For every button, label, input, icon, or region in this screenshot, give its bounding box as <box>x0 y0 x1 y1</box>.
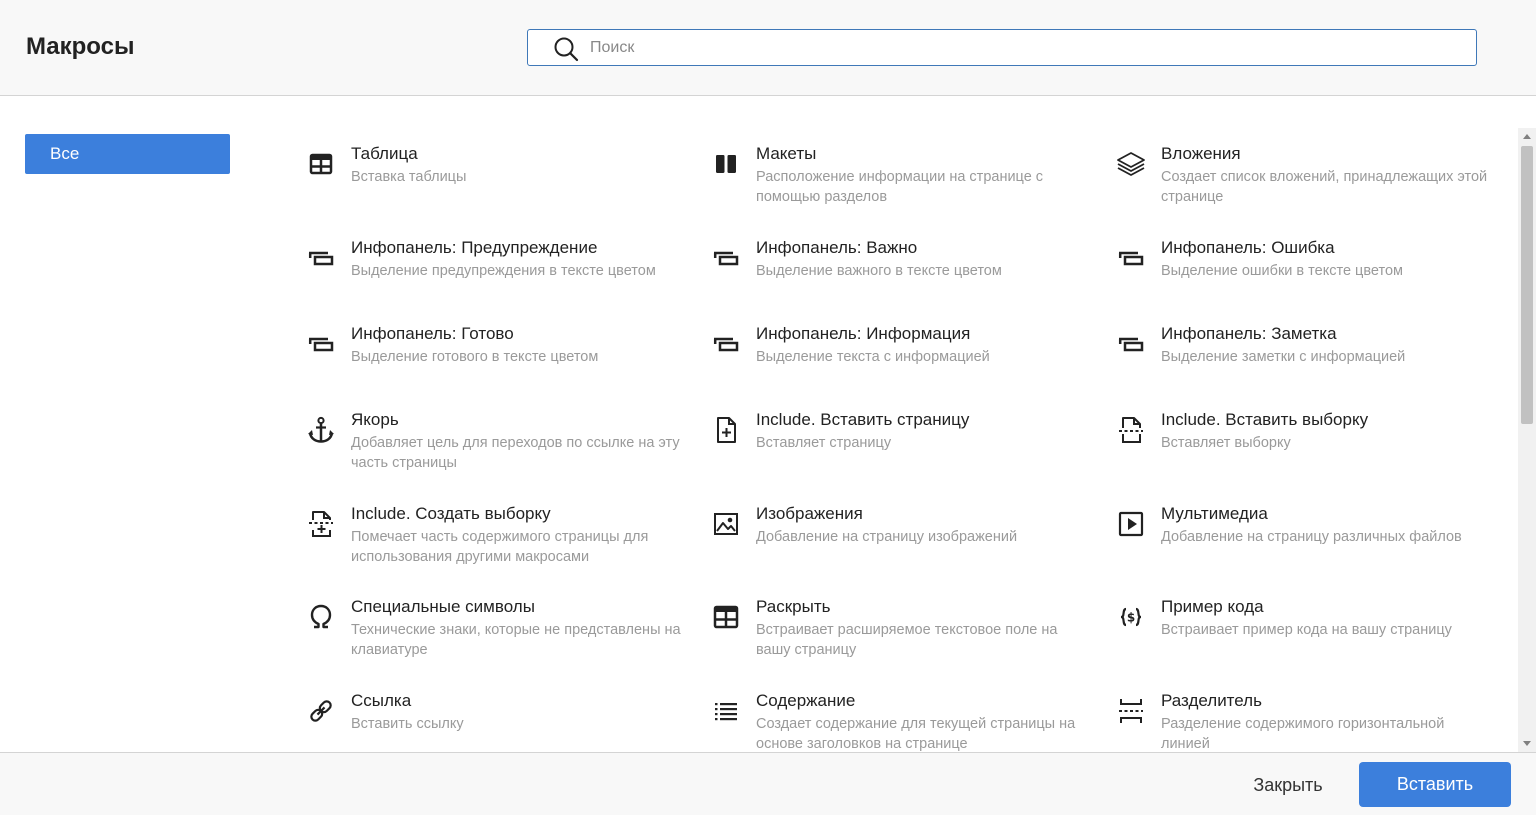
scroll-up-arrow-icon[interactable] <box>1518 128 1536 144</box>
macro-name: Раскрыть <box>756 597 831 616</box>
infopanel-icon <box>304 327 337 360</box>
macro-description: Вставляет выборку <box>1161 435 1291 451</box>
macro-name: Include. Вставить страницу <box>756 410 970 429</box>
macro-name: Разделитель <box>1161 691 1262 710</box>
insert-button[interactable]: Вставить <box>1359 762 1511 807</box>
scroll-down-arrow-icon[interactable] <box>1518 736 1536 752</box>
macro-description: Разделение содержимого горизонтальной ли… <box>1161 716 1445 752</box>
infopanel-icon <box>709 241 742 274</box>
macro-description: Встраивает расширяемое текстовое поле на… <box>756 622 1058 658</box>
scrollbar[interactable] <box>1518 128 1536 752</box>
macro-name: Специальные символы <box>351 597 535 616</box>
macro-description: Выделение важного в тексте цветом <box>756 263 1002 279</box>
dialog-footer: Закрыть Вставить <box>0 752 1536 815</box>
macro-name: Якорь <box>351 410 399 429</box>
columns-layout-icon <box>709 147 742 180</box>
infopanel-icon <box>1114 241 1147 274</box>
table-icon <box>304 147 337 180</box>
macro-name: Изображения <box>756 504 863 523</box>
macro-name: Мультимедиа <box>1161 504 1268 523</box>
search-input[interactable] <box>590 31 1460 64</box>
infopanel-icon <box>709 327 742 360</box>
macro-description: Выделение заметки с информацией <box>1161 349 1406 365</box>
expand-table-icon <box>709 600 742 633</box>
macro-name: Include. Создать выборку <box>351 504 551 523</box>
link-icon <box>304 694 337 727</box>
macro-name: Include. Вставить выборку <box>1161 410 1369 429</box>
anchor-icon <box>304 413 337 446</box>
macro-description: Создает содержание для текущей страницы … <box>756 716 1076 752</box>
macro-name: Ссылка <box>351 691 412 710</box>
scroll-thumb[interactable] <box>1521 146 1533 424</box>
macro-name: Таблица <box>351 144 418 163</box>
macro-name: Макеты <box>756 144 817 163</box>
macro-description: Выделение текста с информацией <box>756 349 990 365</box>
macro-name: Инфопанель: Готово <box>351 324 514 343</box>
omega-icon <box>304 600 337 633</box>
macro-grid: Таблица Вставка таблицы Макеты Расположение… <box>300 128 1515 752</box>
macro-description: Вставляет страницу <box>756 435 892 451</box>
macro-description: Вставка таблицы <box>351 169 467 185</box>
macro-name: Инфопанель: Ошибка <box>1161 238 1335 257</box>
macro-description: Выделение предупреждения в тексте цветом <box>351 263 656 279</box>
divider-icon <box>1114 694 1147 727</box>
macro-description: Встраивает пример кода на вашу страницу <box>1161 622 1452 638</box>
macro-name: Инфопанель: Информация <box>756 324 971 343</box>
file-excerpt-icon <box>1114 413 1147 446</box>
code-braces-icon: $ <box>1114 600 1147 633</box>
list-icon <box>709 694 742 727</box>
macro-name: Инфопанель: Предупреждение <box>351 238 598 257</box>
file-plus-icon <box>709 413 742 446</box>
close-button[interactable]: Закрыть <box>1238 771 1338 799</box>
search-box[interactable] <box>527 29 1477 66</box>
layers-icon <box>1114 147 1147 180</box>
macro-name: Вложения <box>1161 144 1241 163</box>
dialog-header: Макросы <box>0 0 1536 96</box>
macro-description: Добавление на страницу изображений <box>756 529 1018 545</box>
macro-description: Добавляет цель для переходов по ссылке н… <box>351 435 680 471</box>
search-icon <box>554 37 579 62</box>
macro-description: Добавление на страницу различных файлов <box>1161 529 1462 545</box>
infopanel-icon <box>1114 327 1147 360</box>
macro-name: Инфопанель: Заметка <box>1161 324 1337 343</box>
file-excerpt-add-icon <box>304 507 337 540</box>
macro-description: Технические знаки, которые не представле… <box>351 622 681 658</box>
macro-description: Создает список вложений, принадлежащих э… <box>1161 169 1488 205</box>
macro-description: Выделение готового в тексте цветом <box>351 349 599 365</box>
svg-text:$: $ <box>1126 610 1134 624</box>
infopanel-icon <box>304 241 337 274</box>
macro-description: Выделение ошибки в тексте цветом <box>1161 263 1403 279</box>
macro-description: Расположение информации на странице с по… <box>756 169 1044 205</box>
play-icon <box>1114 507 1147 540</box>
macro-name: Пример кода <box>1161 597 1264 616</box>
dialog-title: Макросы <box>26 33 135 60</box>
macro-description: Помечает часть содержимого страницы для … <box>351 529 649 565</box>
macro-description: Вставить ссылку <box>351 716 464 732</box>
image-icon <box>709 507 742 540</box>
macro-name: Инфопанель: Важно <box>756 238 918 257</box>
macro-name: Содержание <box>756 691 856 710</box>
category-all[interactable]: Все <box>25 134 230 174</box>
